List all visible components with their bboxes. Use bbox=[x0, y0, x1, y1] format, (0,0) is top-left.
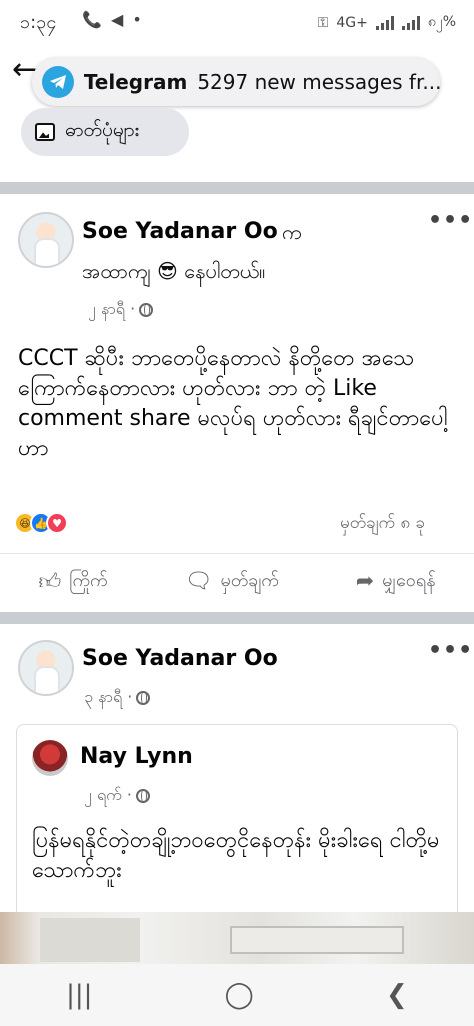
telegram-notification[interactable]: Telegram 5297 new messages fr... bbox=[32, 58, 440, 106]
globe-icon bbox=[135, 789, 150, 803]
more-options-icon[interactable]: ••• bbox=[428, 208, 473, 233]
signal-icon-2 bbox=[401, 15, 420, 30]
comment-count[interactable]: မှတ်ချက် ၈ ခု bbox=[340, 512, 425, 537]
shared-time[interactable]: ၂ ရက် · bbox=[84, 784, 132, 808]
share-label: မျှဝေရန် bbox=[382, 570, 436, 591]
post-meta: ၃ နာရီ · bbox=[84, 686, 151, 710]
back-icon[interactable]: ❮ bbox=[386, 980, 408, 1010]
home-icon[interactable]: ◯ bbox=[225, 980, 254, 1010]
recent-apps-icon[interactable]: ||| bbox=[66, 980, 92, 1010]
key-icon: ⚿ bbox=[317, 14, 329, 31]
section-divider bbox=[0, 182, 474, 194]
post-author[interactable]: Soe Yadanar Oo bbox=[82, 646, 278, 671]
like-label: ကြိုက် bbox=[69, 570, 108, 591]
author-suffix: က bbox=[282, 220, 302, 244]
comment-button[interactable]: 🗨︎ မှတ်ချက် bbox=[185, 568, 279, 595]
status-time: ၁:၃၄ bbox=[20, 12, 57, 33]
comment-icon: 🗨︎ bbox=[184, 569, 213, 594]
comment-label: မှတ်ချက် bbox=[220, 570, 279, 591]
status-bar: ၁:၃၄ 📞 ◀ • ⚿ 4G+ ၈၂% bbox=[0, 0, 474, 46]
post-time[interactable]: ၂ နာရီ · bbox=[88, 298, 135, 322]
shared-meta: ၂ ရက် · bbox=[84, 784, 150, 808]
post-author[interactable]: Soe Yadanar Oo bbox=[82, 219, 278, 244]
globe-icon bbox=[139, 303, 154, 317]
post-time[interactable]: ၃ နာရီ · bbox=[84, 686, 132, 710]
post-text: CCCT ဆိုပီး ဘာတေပို့နေတာလဲ နိတို့တေ အသေ … bbox=[18, 346, 448, 461]
system-nav-bar: ||| ◯ ❮ bbox=[0, 964, 474, 1026]
photos-button-label: ဓာတ်ပုံများ bbox=[65, 119, 140, 141]
globe-icon bbox=[136, 691, 151, 705]
notification-app-name: Telegram bbox=[83, 70, 188, 94]
call-icon: 📞 ◀ • bbox=[82, 10, 144, 29]
photos-button[interactable]: ဓာတ်ပုံများ bbox=[21, 108, 189, 156]
network-type: 4G+ bbox=[336, 14, 368, 31]
share-icon: ➦ bbox=[355, 569, 375, 594]
reaction-icons[interactable]: 😆 👍 ♥ bbox=[14, 512, 68, 534]
shared-post-text: ပြန်မရနိုင်တဲ့တချို့ဘဝတွေငိုနေတုန်း မိုး… bbox=[32, 828, 440, 883]
avatar[interactable] bbox=[18, 212, 74, 268]
photo-icon bbox=[35, 123, 55, 141]
post-meta: ၂ နာရီ · bbox=[88, 298, 154, 322]
thumbs-up-icon: 👍︎ bbox=[38, 570, 62, 595]
feeling-text: အထာကျ 😎 နေပါတယ်။ bbox=[82, 259, 266, 283]
love-icon: ♥ bbox=[46, 512, 68, 534]
post-actions: 👍︎ ကြိုက် 🗨︎ မှတ်ချက် ➦ မျှဝေရန် bbox=[0, 553, 474, 609]
like-button[interactable]: 👍︎ ကြိုက် bbox=[38, 568, 107, 595]
shared-author-avatar[interactable] bbox=[32, 740, 68, 776]
share-button[interactable]: ➦ မျှဝေရန် bbox=[356, 568, 436, 595]
telegram-icon bbox=[42, 66, 74, 98]
battery-level: ၈၂% bbox=[427, 14, 456, 30]
shared-author[interactable]: Nay Lynn bbox=[80, 744, 193, 769]
section-divider bbox=[0, 612, 474, 624]
signal-icon bbox=[375, 15, 394, 30]
notification-text: 5297 new messages fr... bbox=[197, 70, 440, 94]
avatar[interactable] bbox=[18, 640, 74, 696]
post-photo[interactable] bbox=[0, 912, 474, 964]
more-options-icon[interactable]: ••• bbox=[428, 638, 473, 663]
status-indicators: ⚿ 4G+ ၈၂% bbox=[318, 12, 456, 33]
